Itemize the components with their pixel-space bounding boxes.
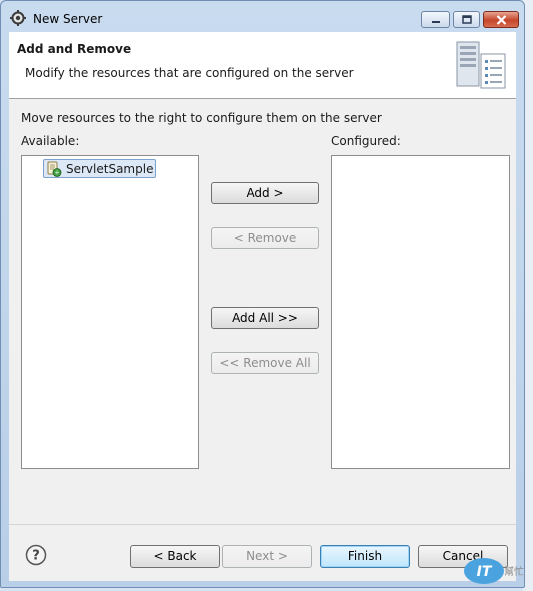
add-all-button[interactable]: Add All >> <box>211 307 319 329</box>
available-label: Available: <box>21 134 80 148</box>
svg-text:?: ? <box>32 549 40 564</box>
remove-button[interactable]: < Remove <box>211 227 319 249</box>
window-title: New Server <box>33 12 103 26</box>
it-logo-icon: IT <box>464 558 504 584</box>
close-icon <box>496 14 506 25</box>
dialog-client-area: Add and Remove Modify the resources that… <box>9 32 516 581</box>
page-description: Modify the resources that are configured… <box>25 66 354 80</box>
instructions-text: Move resources to the right to configure… <box>21 111 382 125</box>
maximize-icon <box>461 15 472 24</box>
close-button[interactable] <box>483 11 519 28</box>
minimize-button[interactable] <box>421 11 450 28</box>
svg-text:IT: IT <box>477 564 493 580</box>
configured-list[interactable] <box>331 155 510 469</box>
watermark-logo: IT 幫忙 <box>463 556 529 586</box>
list-item-label: ServletSample <box>66 161 154 176</box>
footer-divider <box>9 524 516 525</box>
gear-icon <box>10 10 26 26</box>
maximize-button[interactable] <box>453 11 480 28</box>
add-button[interactable]: Add > <box>211 182 319 204</box>
page-title: Add and Remove <box>17 42 132 56</box>
configured-label: Configured: <box>331 134 401 148</box>
list-item-servletsample[interactable]: ServletSample <box>43 159 157 178</box>
wizard-header: Add and Remove Modify the resources that… <box>9 32 516 99</box>
minimize-icon <box>431 20 440 23</box>
remove-all-button[interactable]: << Remove All <box>211 352 319 374</box>
next-button[interactable]: Next > <box>222 545 312 568</box>
watermark-text: 幫忙 <box>504 567 524 578</box>
server-list-icon <box>456 41 506 89</box>
title-bar[interactable]: New Server <box>1 1 524 31</box>
back-button[interactable]: < Back <box>130 545 220 568</box>
web-project-icon <box>47 161 62 177</box>
finish-button[interactable]: Finish <box>320 545 410 568</box>
available-list[interactable]: ServletSample <box>21 155 199 469</box>
new-server-dialog: New Server Add and Remove Modify the res… <box>0 0 525 588</box>
help-icon[interactable]: ? <box>25 544 47 566</box>
